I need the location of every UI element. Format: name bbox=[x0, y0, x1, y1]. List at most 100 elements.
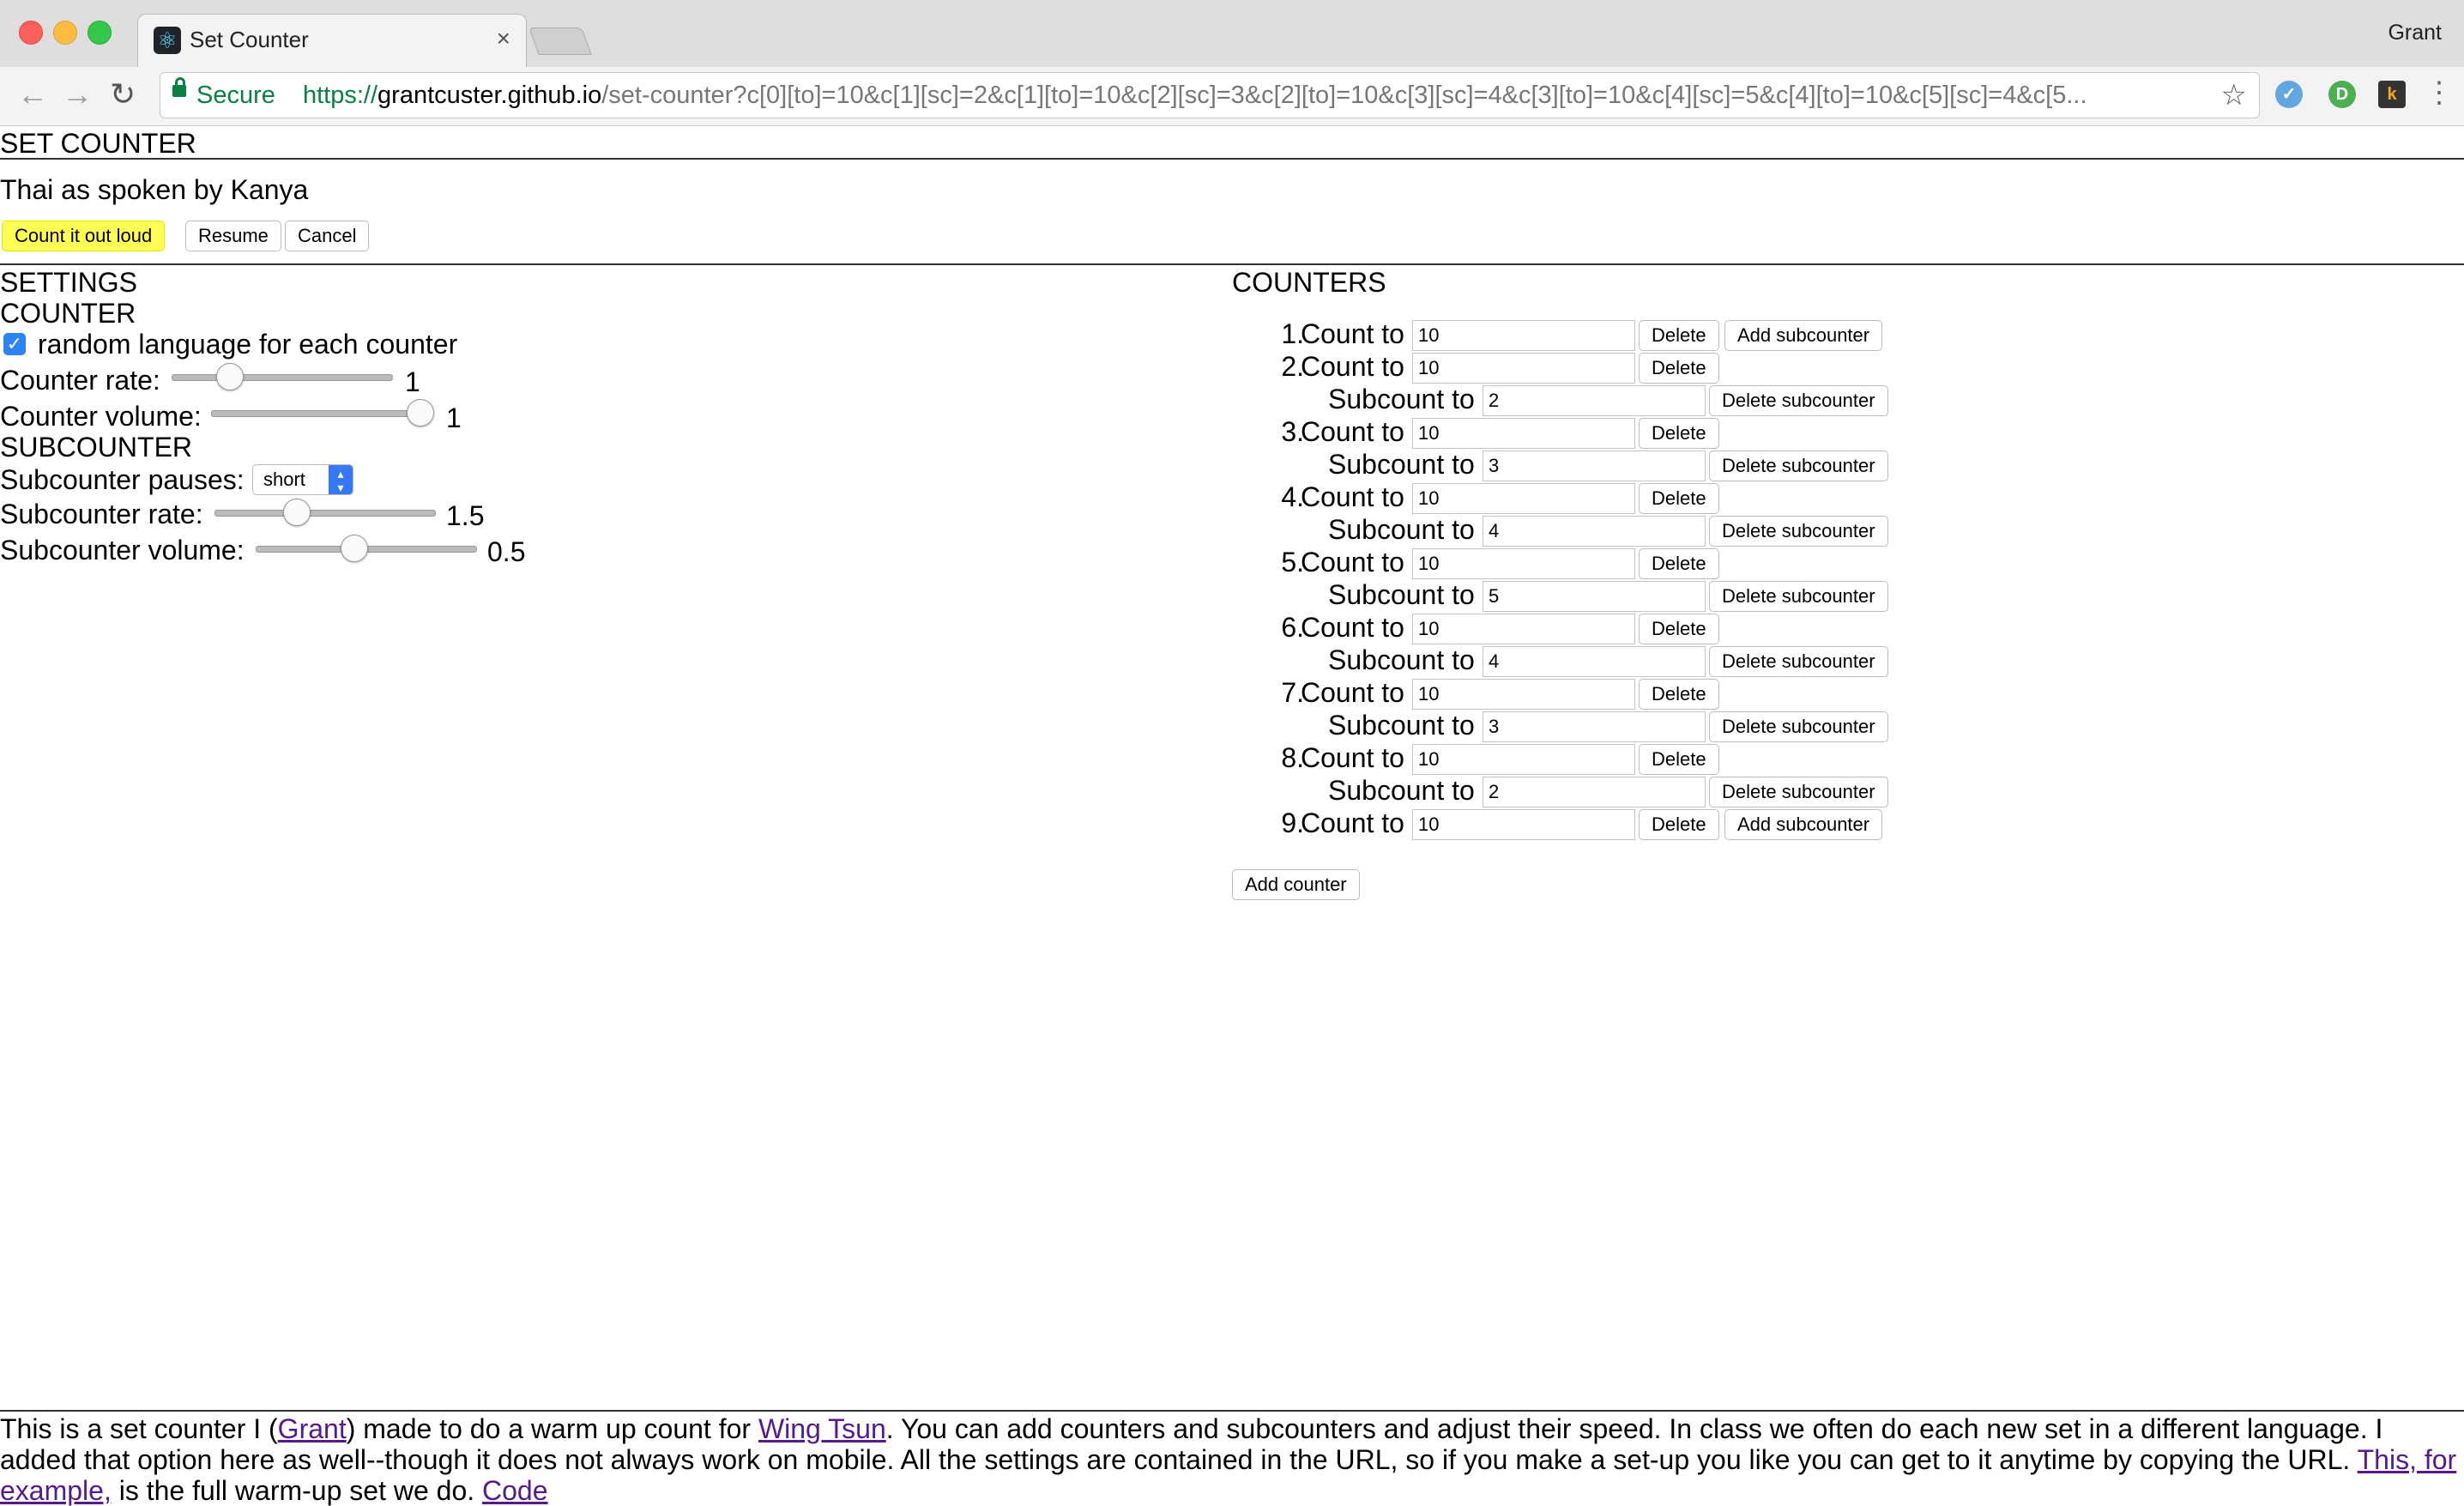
url-text[interactable]: https://grantcuster.github.io/set-counte… bbox=[303, 82, 2370, 110]
count-to-label: Count to bbox=[1301, 547, 1404, 578]
delete-counter-button[interactable]: Delete bbox=[1639, 418, 1719, 449]
count-to-label: Count to bbox=[1301, 481, 1404, 512]
counter-number: 9. bbox=[1281, 807, 1304, 838]
subcount-to-input[interactable]: 5 bbox=[1483, 581, 1706, 612]
bookmark-star-icon[interactable]: ☆ bbox=[2221, 78, 2247, 112]
count-to-label: Count to bbox=[1301, 807, 1404, 838]
count-to-input[interactable]: 10 bbox=[1412, 548, 1635, 579]
counter-rate-label: Counter rate: bbox=[0, 365, 160, 396]
subcount-to-label: Subcount to bbox=[1328, 514, 1475, 545]
page-content: SET COUNTER Thai as spoken by Kanya Coun… bbox=[0, 126, 2464, 1506]
counter-volume-slider[interactable] bbox=[211, 396, 434, 430]
counters-heading: COUNTERS bbox=[1232, 267, 1386, 298]
wing-tsun-link[interactable]: Wing Tsun bbox=[758, 1413, 886, 1444]
count-to-input[interactable]: 10 bbox=[1412, 418, 1635, 449]
slider-thumb[interactable] bbox=[216, 363, 245, 390]
select-value: short bbox=[263, 469, 305, 490]
delete-subcounter-button[interactable]: Delete subcounter bbox=[1709, 646, 1888, 677]
delete-subcounter-button[interactable]: Delete subcounter bbox=[1709, 385, 1888, 416]
extension-icon[interactable]: k bbox=[2378, 81, 2406, 108]
subcount-to-input[interactable]: 3 bbox=[1483, 711, 1706, 742]
counter-number: 5. bbox=[1281, 547, 1304, 578]
count-to-input[interactable]: 10 bbox=[1412, 483, 1635, 514]
delete-counter-button[interactable]: Delete bbox=[1639, 744, 1719, 775]
count-to-input[interactable]: 10 bbox=[1412, 614, 1635, 644]
settings-heading: SETTINGS bbox=[0, 267, 138, 298]
counter-number: 3. bbox=[1281, 416, 1304, 447]
delete-counter-button[interactable]: Delete bbox=[1639, 353, 1719, 384]
delete-subcounter-button[interactable]: Delete subcounter bbox=[1709, 777, 1888, 807]
browser-tab-bar: ⚛ Set Counter × Grant bbox=[0, 0, 2464, 68]
subcount-to-input[interactable]: 2 bbox=[1483, 385, 1706, 416]
resume-button[interactable]: Resume bbox=[185, 221, 281, 251]
language-subtitle: Thai as spoken by Kanya bbox=[0, 174, 309, 205]
subcounter-rate-label: Subcounter rate: bbox=[0, 499, 203, 529]
subcounter-volume-value: 0.5 bbox=[487, 536, 526, 567]
extension-icon[interactable]: ✓ bbox=[2275, 81, 2303, 108]
slider-thumb[interactable] bbox=[283, 499, 311, 526]
profile-name[interactable]: Grant bbox=[2388, 21, 2442, 45]
divider bbox=[0, 158, 2464, 160]
subcounter-volume-slider[interactable] bbox=[256, 531, 477, 566]
zoom-window-button[interactable] bbox=[88, 21, 112, 45]
counter-number: 7. bbox=[1281, 677, 1304, 708]
delete-subcounter-button[interactable]: Delete subcounter bbox=[1709, 711, 1888, 742]
slider-thumb[interactable] bbox=[340, 535, 368, 562]
subcount-to-input[interactable]: 4 bbox=[1483, 646, 1706, 677]
extension-icon[interactable]: D bbox=[2328, 81, 2356, 108]
count-to-input[interactable]: 10 bbox=[1412, 353, 1635, 384]
count-to-input[interactable]: 10 bbox=[1412, 809, 1635, 840]
footer-text: This is a set counter I (Grant) made to … bbox=[0, 1413, 2457, 1506]
back-arrow-icon[interactable]: ← bbox=[17, 77, 48, 112]
counter-number: 8. bbox=[1281, 742, 1304, 773]
count-to-input[interactable]: 10 bbox=[1412, 679, 1635, 710]
tab-close-icon[interactable]: × bbox=[497, 25, 510, 52]
delete-counter-button[interactable]: Delete bbox=[1639, 679, 1719, 710]
count-to-label: Count to bbox=[1301, 742, 1404, 773]
random-language-checkbox[interactable]: ✓ bbox=[3, 333, 26, 355]
subcount-to-input[interactable]: 4 bbox=[1483, 516, 1706, 547]
browser-toolbar: ← → ↻ Secure https://grantcuster.github.… bbox=[0, 67, 2464, 126]
count-to-label: Count to bbox=[1301, 416, 1404, 447]
add-subcounter-button[interactable]: Add subcounter bbox=[1724, 320, 1883, 351]
address-bar[interactable]: Secure https://grantcuster.github.io/set… bbox=[160, 72, 2260, 118]
forward-arrow-icon[interactable]: → bbox=[62, 77, 93, 112]
count-to-input[interactable]: 10 bbox=[1412, 320, 1635, 351]
subcounter-pauses-select[interactable]: short ▴ ▾ bbox=[252, 464, 353, 495]
add-counter-button[interactable]: Add counter bbox=[1232, 869, 1360, 900]
close-window-button[interactable] bbox=[19, 21, 43, 45]
counter-rate-value: 1 bbox=[405, 366, 420, 397]
delete-counter-button[interactable]: Delete bbox=[1639, 809, 1719, 840]
code-link[interactable]: Code bbox=[482, 1475, 548, 1506]
new-tab-button[interactable] bbox=[528, 27, 592, 55]
cancel-button[interactable]: Cancel bbox=[285, 221, 370, 251]
delete-subcounter-button[interactable]: Delete subcounter bbox=[1709, 516, 1888, 547]
select-arrows-icon: ▴ ▾ bbox=[329, 465, 353, 494]
page-title: SET COUNTER bbox=[0, 128, 196, 159]
slider-thumb[interactable] bbox=[406, 399, 434, 426]
subcount-to-input[interactable]: 3 bbox=[1483, 451, 1706, 481]
random-language-label: random language for each counter bbox=[38, 329, 458, 360]
count-to-input[interactable]: 10 bbox=[1412, 744, 1635, 775]
delete-subcounter-button[interactable]: Delete subcounter bbox=[1709, 451, 1888, 481]
lock-icon bbox=[172, 77, 186, 97]
reload-icon[interactable]: ↻ bbox=[110, 77, 136, 112]
grant-link[interactable]: Grant bbox=[278, 1413, 347, 1444]
subcounter-rate-slider[interactable] bbox=[214, 495, 436, 529]
minimize-window-button[interactable] bbox=[53, 21, 77, 45]
tab-title: Set Counter bbox=[190, 27, 309, 52]
count-to-label: Count to bbox=[1301, 677, 1404, 708]
delete-counter-button[interactable]: Delete bbox=[1639, 320, 1719, 351]
subcount-to-input[interactable]: 2 bbox=[1483, 777, 1706, 807]
count-out-loud-button[interactable]: Count it out loud bbox=[2, 221, 166, 251]
counter-rate-slider[interactable] bbox=[172, 360, 393, 394]
delete-counter-button[interactable]: Delete bbox=[1639, 483, 1719, 514]
browser-menu-icon[interactable]: ⋮ bbox=[2425, 76, 2454, 110]
delete-counter-button[interactable]: Delete bbox=[1639, 548, 1719, 579]
subcount-to-label: Subcount to bbox=[1328, 644, 1475, 675]
add-subcounter-button[interactable]: Add subcounter bbox=[1724, 809, 1883, 840]
subcount-to-label: Subcount to bbox=[1328, 449, 1475, 480]
delete-subcounter-button[interactable]: Delete subcounter bbox=[1709, 581, 1888, 612]
delete-counter-button[interactable]: Delete bbox=[1639, 614, 1719, 644]
browser-tab[interactable]: ⚛ Set Counter × bbox=[137, 14, 527, 68]
